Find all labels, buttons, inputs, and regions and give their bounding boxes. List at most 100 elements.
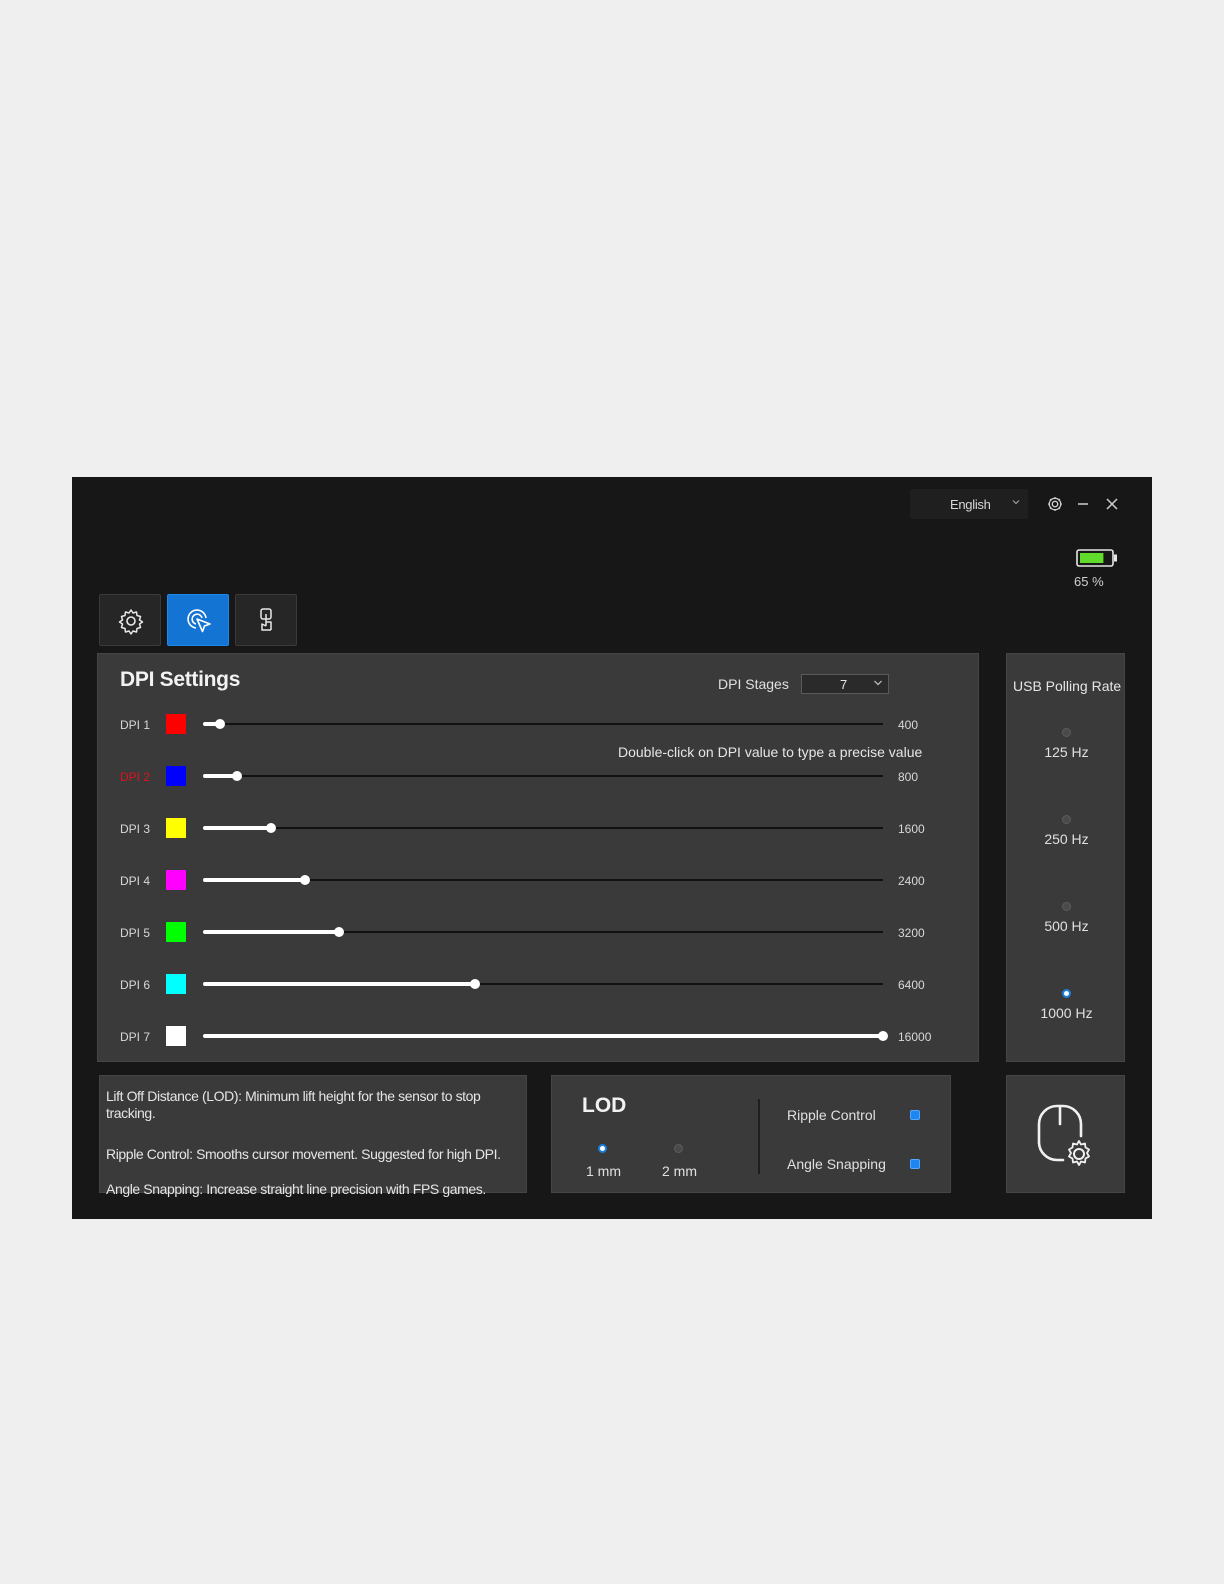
- polling-option[interactable]: 1000 Hz: [1007, 989, 1126, 1039]
- dpi-slider[interactable]: [203, 927, 883, 937]
- polling-radio[interactable]: [1062, 815, 1071, 824]
- dpi-slider-handle[interactable]: [878, 1031, 888, 1041]
- dpi-stage-label[interactable]: DPI 4: [120, 874, 150, 888]
- polling-option[interactable]: 500 Hz: [1007, 902, 1126, 952]
- language-label: English: [950, 497, 991, 512]
- mouse-settings-button[interactable]: [1006, 1075, 1125, 1193]
- dpi-color-swatch[interactable]: [166, 974, 186, 994]
- dpi-slider[interactable]: [203, 979, 883, 989]
- dpi-value[interactable]: 2400: [898, 874, 925, 888]
- dpi-stage-label[interactable]: DPI 5: [120, 926, 150, 940]
- usb-polling-title: USB Polling Rate: [1013, 678, 1122, 694]
- angle-snapping-label: Angle Snapping: [787, 1156, 886, 1172]
- dpi-value[interactable]: 1600: [898, 822, 925, 836]
- dpi-value[interactable]: 400: [898, 718, 918, 732]
- dpi-slider[interactable]: [203, 719, 883, 729]
- lod-title: LOD: [582, 1094, 627, 1117]
- angle-snapping-checkbox[interactable]: [910, 1159, 920, 1169]
- battery-icon: [1076, 549, 1118, 572]
- polling-radio[interactable]: [1062, 902, 1071, 911]
- dpi-slider-handle[interactable]: [232, 771, 242, 781]
- ripple-control-checkbox[interactable]: [910, 1110, 920, 1120]
- gear-icon: [118, 609, 144, 635]
- lod-2mm-radio[interactable]: [674, 1144, 683, 1153]
- dpi-row: DPI 2 800: [98, 761, 980, 791]
- lod-info-text: Lift Off Distance (LOD): Minimum lift he…: [106, 1088, 481, 1121]
- dpi-stage-label[interactable]: DPI 6: [120, 978, 150, 992]
- dpi-slider-fill: [203, 1034, 883, 1038]
- chevron-down-icon: [1010, 496, 1022, 511]
- polling-label: 500 Hz: [1044, 918, 1089, 934]
- polling-option[interactable]: 250 Hz: [1007, 815, 1126, 865]
- dpi-value[interactable]: 3200: [898, 926, 925, 940]
- dpi-slider-handle[interactable]: [334, 927, 344, 937]
- lod-panel: LOD 1 mm 2 mm Ripple Control Angle Snapp…: [551, 1075, 951, 1193]
- dpi-stages-select[interactable]: 7: [801, 674, 889, 694]
- dpi-value[interactable]: 6400: [898, 978, 925, 992]
- dpi-row: DPI 3 1600: [98, 813, 980, 843]
- dpi-value[interactable]: 16000: [898, 1030, 931, 1044]
- dpi-slider[interactable]: [203, 771, 883, 781]
- tab-buttons[interactable]: [235, 594, 297, 646]
- settings-gear-icon[interactable]: [1044, 493, 1066, 515]
- dpi-color-swatch[interactable]: [166, 870, 186, 890]
- dpi-slider[interactable]: [203, 823, 883, 833]
- battery-percent: 65 %: [1074, 574, 1104, 589]
- polling-option[interactable]: 125 Hz: [1007, 728, 1126, 778]
- language-select[interactable]: English: [910, 489, 1028, 519]
- polling-label: 250 Hz: [1044, 831, 1089, 847]
- dpi-stage-label[interactable]: DPI 7: [120, 1030, 150, 1044]
- dpi-row: DPI 6 6400: [98, 969, 980, 999]
- dpi-slider-fill: [203, 878, 305, 882]
- dpi-color-swatch[interactable]: [166, 1026, 186, 1046]
- lod-1mm-label: 1 mm: [586, 1163, 621, 1179]
- lod-2mm-label: 2 mm: [662, 1163, 697, 1179]
- dpi-value[interactable]: 800: [898, 770, 918, 784]
- lod-1mm-radio[interactable]: [598, 1144, 607, 1153]
- dpi-color-swatch[interactable]: [166, 714, 186, 734]
- dpi-settings-title: DPI Settings: [120, 668, 241, 691]
- dpi-row: DPI 7 16000: [98, 1021, 980, 1051]
- dpi-slider-handle[interactable]: [300, 875, 310, 885]
- dpi-settings-panel: DPI Settings DPI Stages 7 Double-click o…: [97, 653, 979, 1062]
- angle-info-text: Angle Snapping: Increase straight line p…: [106, 1181, 486, 1197]
- dpi-color-swatch[interactable]: [166, 922, 186, 942]
- cursor-click-icon: [187, 609, 211, 633]
- info-panel: Lift Off Distance (LOD): Minimum lift he…: [99, 1075, 527, 1197]
- dpi-row: DPI 4 2400: [98, 865, 980, 895]
- polling-label: 1000 Hz: [1040, 1005, 1093, 1021]
- chevron-down-icon: [872, 677, 884, 692]
- usb-polling-panel: USB Polling Rate 125 Hz 250 Hz 500 Hz 1000 …: [1006, 653, 1125, 1062]
- close-icon[interactable]: [1101, 493, 1123, 515]
- divider: [758, 1099, 760, 1174]
- dpi-stages-label: DPI Stages: [718, 676, 789, 692]
- dpi-color-swatch[interactable]: [166, 766, 186, 786]
- dpi-slider[interactable]: [203, 1031, 888, 1041]
- dpi-stage-label[interactable]: DPI 3: [120, 822, 150, 836]
- dpi-slider-fill: [203, 826, 271, 830]
- dpi-stages-value: 7: [840, 677, 848, 692]
- tab-dpi[interactable]: [167, 594, 229, 646]
- polling-label: 125 Hz: [1044, 744, 1089, 760]
- tab-settings[interactable]: [99, 594, 161, 646]
- polling-radio[interactable]: [1062, 989, 1071, 998]
- dpi-slider[interactable]: [203, 875, 883, 885]
- dpi-slider-handle[interactable]: [470, 979, 480, 989]
- dpi-slider-fill: [203, 930, 339, 934]
- ripple-control-label: Ripple Control: [787, 1107, 876, 1123]
- ripple-info-text: Ripple Control: Smooths cursor movement.…: [106, 1146, 501, 1162]
- dpi-color-swatch[interactable]: [166, 818, 186, 838]
- dpi-slider-handle[interactable]: [215, 719, 225, 729]
- dpi-slider-fill: [203, 982, 475, 986]
- dpi-stage-label[interactable]: DPI 1: [120, 718, 150, 732]
- dpi-slider-handle[interactable]: [266, 823, 276, 833]
- app-window: English 65 % DPI Settings DPI Stages 7 D…: [72, 477, 1152, 1219]
- dpi-row: DPI 5 3200: [98, 917, 980, 947]
- dpi-stage-label[interactable]: DPI 2: [120, 770, 150, 784]
- polling-radio[interactable]: [1062, 728, 1071, 737]
- mouse-gear-icon: [1037, 1104, 1090, 1166]
- dpi-row: DPI 1 400: [98, 709, 980, 739]
- minimize-icon[interactable]: [1072, 493, 1094, 515]
- touch-hand-icon: [260, 608, 272, 631]
- dpi-hint-text: Double-click on DPI value to type a prec…: [618, 744, 923, 760]
